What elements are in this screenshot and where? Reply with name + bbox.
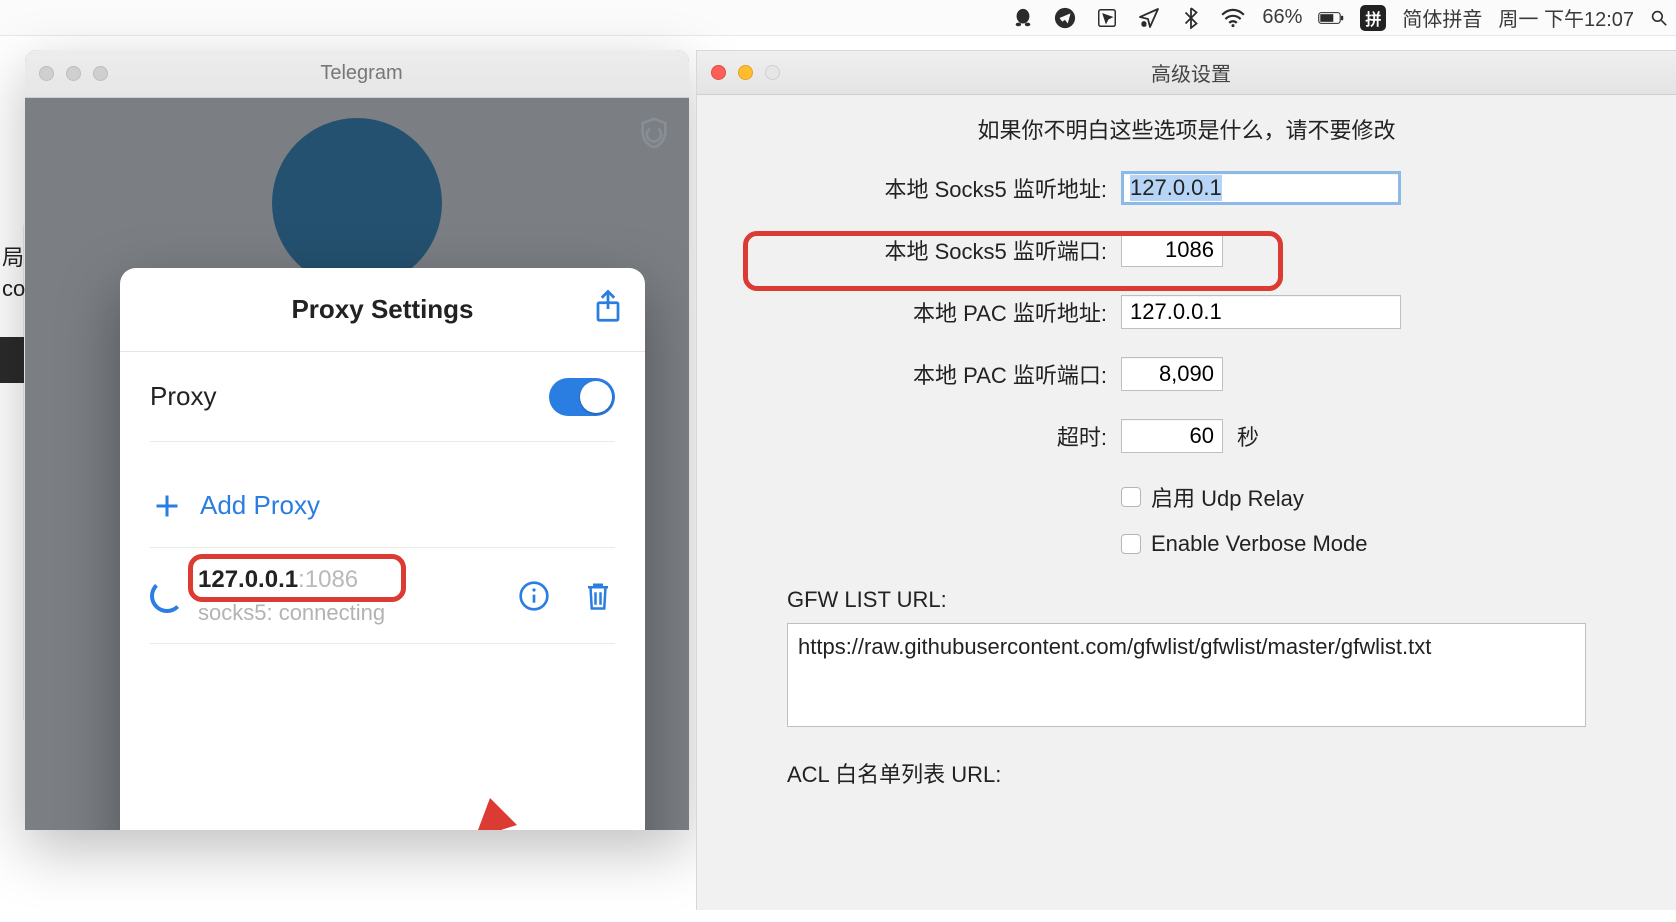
macos-menubar: G 66% 拼 简体拼音 周一 下午12:07 (0, 0, 1676, 36)
row-pac-port: 本地 PAC 监听端口: (787, 357, 1586, 391)
add-proxy-button[interactable]: Add Proxy (150, 464, 615, 548)
input-socks5-address[interactable]: 127.0.0.1 (1121, 171, 1401, 205)
close-dot[interactable] (39, 66, 54, 81)
proxy-modal-header: Proxy Settings (120, 268, 645, 352)
telegram-icon[interactable] (1052, 5, 1078, 31)
plus-icon (150, 489, 184, 523)
input-pac-address[interactable] (1121, 295, 1401, 329)
bluetooth-icon[interactable] (1178, 5, 1204, 31)
svg-text:G: G (1142, 22, 1146, 28)
window-traffic-lights[interactable] (39, 66, 108, 81)
fragment-text: 局 (2, 245, 24, 270)
location-send-icon[interactable]: G (1136, 5, 1162, 31)
label-timeout: 超时: (787, 420, 1107, 452)
row-udp-relay[interactable]: 启用 Udp Relay (1121, 481, 1586, 513)
annotation-port-highlight (743, 231, 1283, 291)
advanced-settings-window: 高级设置 如果你不明白这些选项是什么，请不要修改 本地 Socks5 监听地址:… (696, 50, 1676, 910)
input-gfw-url[interactable]: https://raw.githubusercontent.com/gfwlis… (787, 623, 1586, 727)
proxy-modal-title: Proxy Settings (291, 294, 473, 325)
telegram-titlebar[interactable]: Telegram (25, 50, 689, 98)
label-socks5-address: 本地 Socks5 监听地址: (787, 172, 1107, 204)
input-pac-port[interactable] (1121, 357, 1223, 391)
fragment-text: co (2, 276, 25, 301)
background-fragment: 局 co (0, 225, 24, 720)
proxy-toggle-row: Proxy (150, 352, 615, 442)
add-proxy-label: Add Proxy (200, 490, 320, 521)
label-gfw-url: GFW LIST URL: (787, 587, 1586, 613)
annotation-ip-highlight (188, 554, 406, 602)
row-pac-address: 本地 PAC 监听地址: (787, 295, 1586, 329)
checkbox-verbose-mode[interactable] (1121, 534, 1141, 554)
zoom-dot[interactable] (93, 66, 108, 81)
row-timeout: 超时: 秒 (787, 419, 1586, 453)
input-timeout[interactable] (1121, 419, 1223, 453)
input-method-label[interactable]: 简体拼音 (1402, 3, 1482, 32)
proxy-settings-modal: Proxy Settings Proxy Add Proxy (120, 268, 645, 830)
proxy-label: Proxy (150, 381, 216, 412)
spotlight-icon[interactable] (1650, 5, 1668, 31)
proxy-toggle[interactable] (549, 378, 615, 416)
advanced-titlebar[interactable]: 高级设置 (697, 51, 1676, 95)
cursor-box-icon[interactable] (1094, 5, 1120, 31)
row-socks5-address: 本地 Socks5 监听地址: 127.0.0.1 (787, 171, 1586, 205)
label-pac-port: 本地 PAC 监听端口: (787, 358, 1107, 390)
battery-icon[interactable] (1318, 5, 1344, 31)
advanced-warning-text: 如果你不明白这些选项是什么，请不要修改 (787, 113, 1586, 145)
account-avatar (272, 118, 442, 288)
annotation-arrow (465, 793, 585, 830)
label-pac-address: 本地 PAC 监听地址: (787, 296, 1107, 328)
proxy-entry-status: socks5: connecting (198, 600, 503, 626)
zoom-dot[interactable] (765, 65, 780, 80)
checkbox-udp-relay[interactable] (1121, 487, 1141, 507)
minimize-dot[interactable] (738, 65, 753, 80)
window-traffic-lights[interactable] (711, 65, 780, 80)
minimize-dot[interactable] (66, 66, 81, 81)
trash-icon[interactable] (581, 579, 615, 613)
connecting-spinner-icon (150, 579, 184, 613)
wifi-icon[interactable] (1220, 5, 1246, 31)
shield-icon[interactable] (637, 116, 671, 150)
label-acl-url: ACL 白名单列表 URL: (787, 757, 1586, 789)
telegram-window: Telegram Proxy Settings Proxy (25, 50, 689, 830)
close-dot[interactable] (711, 65, 726, 80)
advanced-window-title: 高级设置 (780, 58, 1602, 87)
menubar-clock[interactable]: 周一 下午12:07 (1498, 3, 1634, 32)
row-verbose-mode[interactable]: Enable Verbose Mode (1121, 531, 1586, 557)
proxy-entry[interactable]: 127.0.0.1:1086 socks5: connecting (150, 548, 615, 644)
telegram-window-title: Telegram (108, 62, 615, 85)
input-method-icon[interactable]: 拼 (1360, 5, 1386, 31)
timeout-suffix: 秒 (1237, 420, 1259, 452)
info-icon[interactable] (517, 579, 551, 613)
share-icon[interactable] (593, 288, 623, 331)
fragment-dark-bar (0, 337, 24, 383)
label-udp-relay: 启用 Udp Relay (1151, 481, 1304, 513)
qq-icon[interactable] (1010, 5, 1036, 31)
battery-percent[interactable]: 66% (1262, 6, 1302, 29)
label-verbose-mode: Enable Verbose Mode (1151, 531, 1368, 557)
